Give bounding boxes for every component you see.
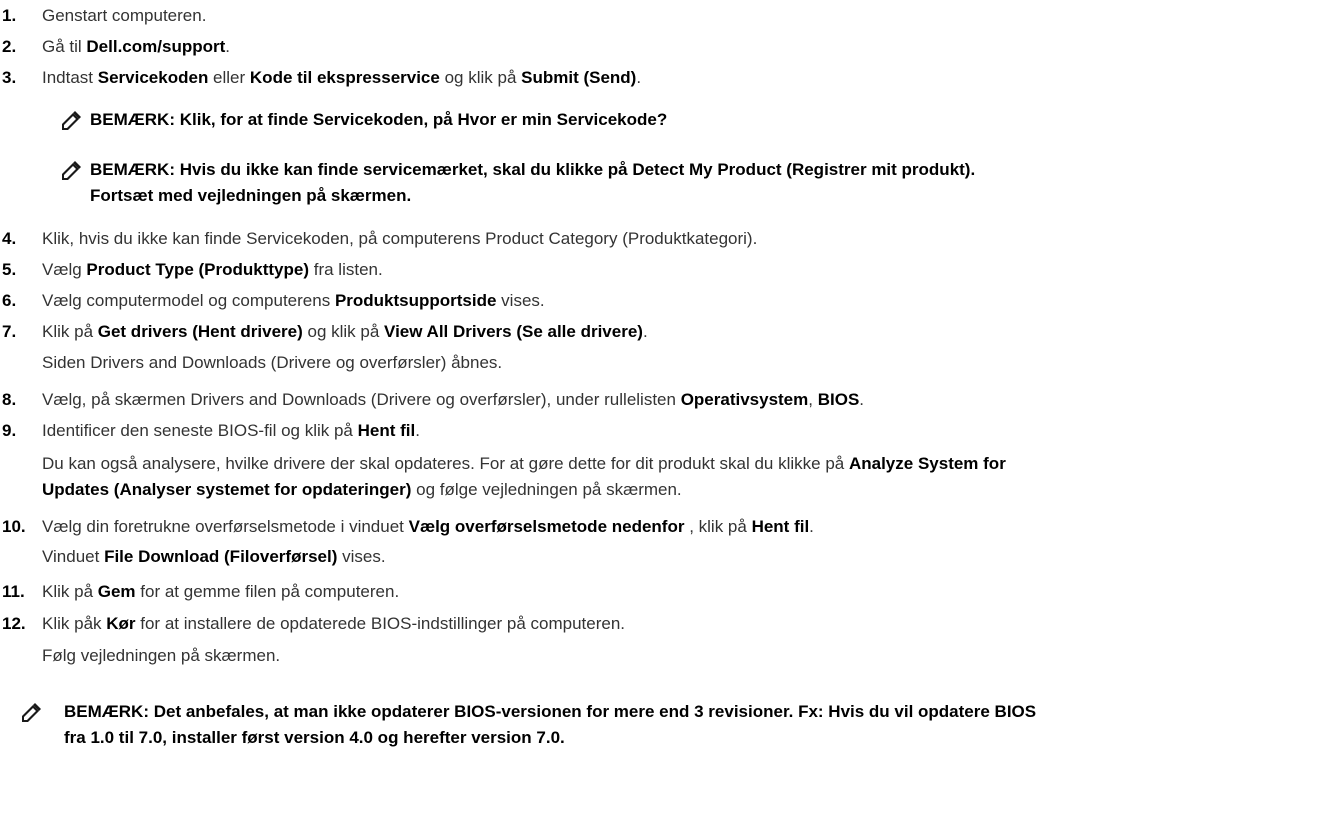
step-8: 8. Vælg, på skærmen Drivers and Download… xyxy=(0,388,1325,412)
step-number: 3. xyxy=(2,68,17,87)
step-text: Klik påk Kør for at installere de opdate… xyxy=(42,614,626,633)
link-dell-support: Dell.com/support xyxy=(86,37,226,56)
step-number: 7. xyxy=(2,322,17,341)
step-text: Indtast Servicekoden eller Kode til eksp… xyxy=(42,68,642,87)
step-number: 2. xyxy=(2,37,17,56)
note-text-line-2: Fortsæt med vejledningen på skærmen. xyxy=(90,186,412,205)
step-number: 12. xyxy=(2,614,26,633)
note-1: BEMÆRK: Klik, for at finde Servicekoden,… xyxy=(60,108,1260,134)
pencil-note-icon xyxy=(20,702,42,724)
step-number: 4. xyxy=(2,229,17,248)
step-text: Vælg din foretrukne overførselsmetode i … xyxy=(42,517,814,536)
step-number: 9. xyxy=(2,421,17,440)
step-10: 10. Vælg din foretrukne overførselsmetod… xyxy=(0,515,1325,539)
step-9-subtext-line-1: Du kan også analysere, hvilke drivere de… xyxy=(42,454,1006,473)
step-text: Vælg computermodel og computerens Produk… xyxy=(42,291,545,310)
step-number: 6. xyxy=(2,291,17,310)
step-text: Vælg, på skærmen Drivers and Downloads (… xyxy=(42,390,865,409)
step-number: 8. xyxy=(2,390,17,409)
step-number: 1. xyxy=(2,6,17,25)
note-text-line-1: BEMÆRK: Hvis du ikke kan finde servicemæ… xyxy=(90,160,976,179)
step-text: Gå til Dell.com/support. xyxy=(42,37,230,56)
step-text: Klik, hvis du ikke kan finde Servicekode… xyxy=(42,229,758,248)
step-12-subtext: Følg vejledningen på skærmen. xyxy=(42,646,281,665)
step-5: 5. Vælg Product Type (Produkttype) fra l… xyxy=(0,258,1325,282)
step-3: 3. Indtast Servicekoden eller Kode til e… xyxy=(0,66,1325,90)
step-text: Klik på Gem for at gemme filen på comput… xyxy=(42,582,400,601)
step-number: 5. xyxy=(2,260,17,279)
step-number: 11. xyxy=(2,582,25,601)
step-9: 9. Identificer den seneste BIOS-fil og k… xyxy=(0,419,1325,443)
step-number: 10. xyxy=(2,517,26,536)
step-text: Identificer den seneste BIOS-fil og klik… xyxy=(42,421,420,440)
step-12: 12. Klik påk Kør for at installere de op… xyxy=(0,612,1325,636)
step-6: 6. Vælg computermodel og computerens Pro… xyxy=(0,289,1325,313)
step-2: 2. Gå til Dell.com/support. xyxy=(0,35,1325,59)
step-11: 11. Klik på Gem for at gemme filen på co… xyxy=(0,580,1325,604)
note-3: BEMÆRK: Det anbefales, at man ikke opdat… xyxy=(20,700,1320,752)
step-7: 7. Klik på Get drivers (Hent drivere) og… xyxy=(0,320,1325,344)
note-text: BEMÆRK: Klik, for at finde Servicekoden,… xyxy=(90,110,668,129)
step-9-subtext-line-2: Updates (Analyser systemet for opdaterin… xyxy=(42,480,682,499)
pencil-note-icon xyxy=(60,160,82,182)
step-text: Genstart computeren. xyxy=(42,6,207,25)
step-text: Vælg Product Type (Produkttype) fra list… xyxy=(42,260,383,279)
note-2: BEMÆRK: Hvis du ikke kan finde servicemæ… xyxy=(60,158,1320,210)
pencil-note-icon xyxy=(60,110,82,132)
note-text-line-2: fra 1.0 til 7.0, installer først version… xyxy=(64,728,565,747)
step-1: 1. Genstart computeren. xyxy=(0,4,1325,28)
note-text-line-1: BEMÆRK: Det anbefales, at man ikke opdat… xyxy=(64,702,1037,721)
step-10-subtext: Vinduet File Download (Filoverførsel) vi… xyxy=(42,547,386,566)
step-4: 4. Klik, hvis du ikke kan finde Servicek… xyxy=(0,227,1325,251)
step-7-subtext: Siden Drivers and Downloads (Drivere og … xyxy=(42,353,503,372)
step-text: Klik på Get drivers (Hent drivere) og kl… xyxy=(42,322,648,341)
document-page: { "steps": { "s1": {"num": "1.", "a": "G… xyxy=(0,0,1325,840)
